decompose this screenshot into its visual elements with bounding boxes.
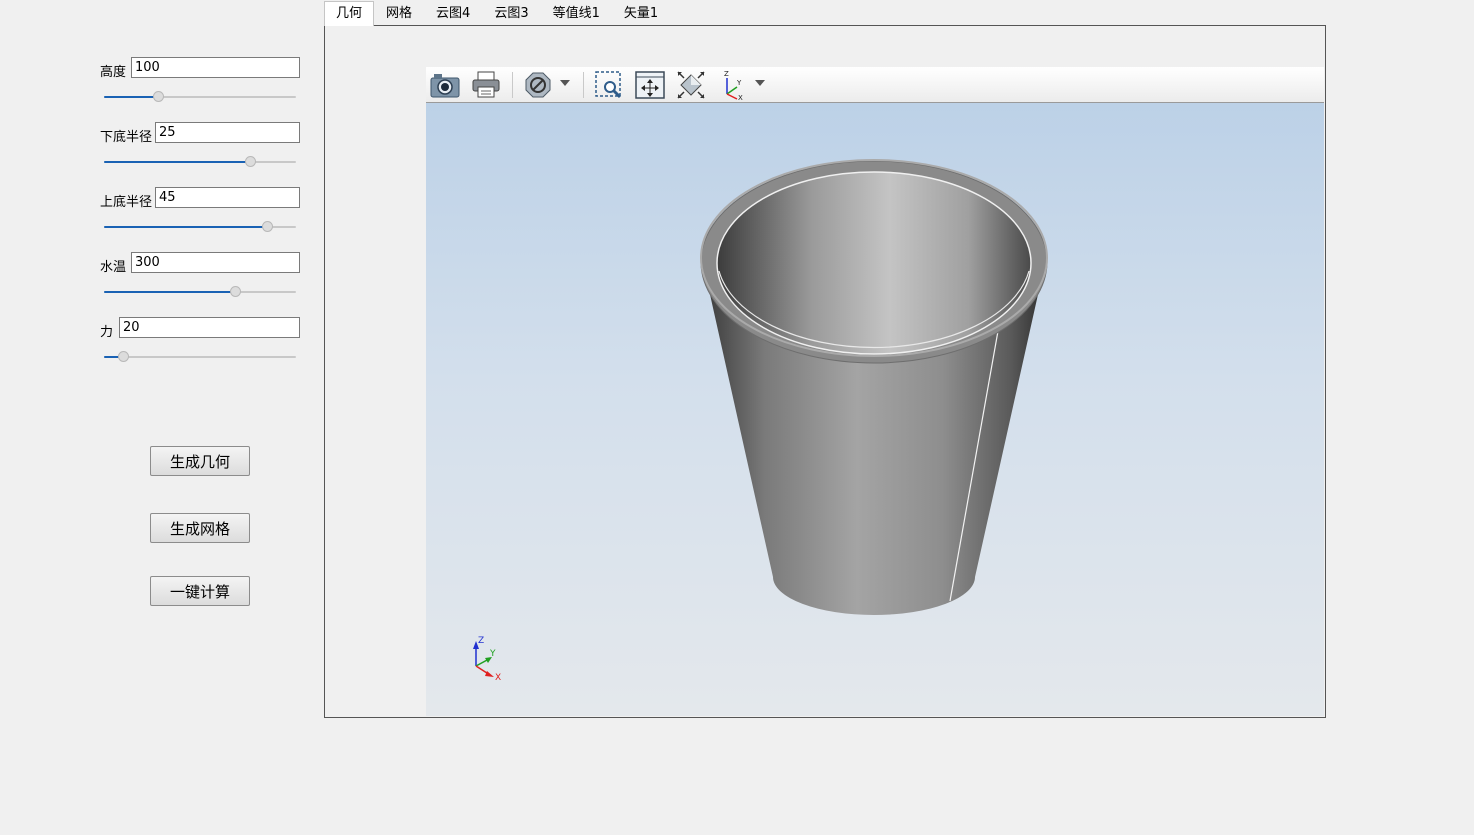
hide-icon[interactable] [522,69,554,101]
height-slider[interactable] [104,91,296,103]
tab-isoline-1[interactable]: 等值线1 [541,1,612,25]
print-icon[interactable] [470,69,502,101]
generate-mesh-button[interactable]: 生成网格 [150,513,250,543]
axis-triad: Z Y X [473,636,501,683]
tab-mesh[interactable]: 网格 [374,1,424,25]
height-input[interactable] [131,57,300,78]
svg-text:Z: Z [724,70,729,78]
param-bottom-radius-label: 下底半径 [100,130,153,145]
param-force-label: 力 [100,325,114,340]
axes-dropdown-arrow[interactable] [755,80,765,86]
slider-thumb[interactable] [262,221,274,232]
3d-viewer: Z Y X Z Y X [426,67,1324,716]
tab-geometry[interactable]: 几何 [324,1,375,26]
viewer-toolbar: Z Y X [426,67,1324,103]
bottom-radius-slider[interactable] [104,156,296,168]
tab-vector-1[interactable]: 矢量1 [612,1,670,25]
svg-text:Y: Y [736,79,742,87]
cup-model[interactable] [700,159,1048,615]
tab-bar: 几何 网格 云图4 云图3 等值线1 矢量1 [324,1,670,26]
param-height-label: 高度 [100,65,127,80]
generate-geometry-button[interactable]: 生成几何 [150,446,250,476]
axes-icon[interactable]: Z Y X [716,69,748,101]
tab-contour-4[interactable]: 云图4 [424,1,482,25]
axis-label-y: Y [489,649,496,659]
slider-thumb[interactable] [229,286,241,297]
svg-text:X: X [738,94,743,101]
slider-thumb[interactable] [118,351,130,362]
param-water-temp-label: 水温 [100,260,127,275]
fit-view-icon[interactable] [675,69,707,101]
hide-dropdown-arrow[interactable] [560,80,570,86]
water-temp-input[interactable] [131,252,300,273]
force-input[interactable] [119,317,300,338]
axis-label-z: Z [478,636,484,646]
tab-contour-3[interactable]: 云图3 [482,1,540,25]
pan-icon[interactable] [634,69,666,101]
one-click-compute-button[interactable]: 一键计算 [150,576,250,606]
slider-thumb[interactable] [152,91,164,102]
bottom-radius-input[interactable] [155,122,300,143]
zoom-box-icon[interactable] [593,69,625,101]
top-radius-input[interactable] [155,187,300,208]
force-slider[interactable] [104,351,296,363]
slider-thumb[interactable] [244,156,256,167]
param-top-radius-label: 上底半径 [100,195,153,210]
water-temp-slider[interactable] [104,286,296,298]
top-radius-slider[interactable] [104,221,296,233]
axis-label-x: X [495,673,501,683]
camera-icon[interactable] [429,69,461,101]
3d-scene[interactable]: Z Y X [426,103,1324,716]
